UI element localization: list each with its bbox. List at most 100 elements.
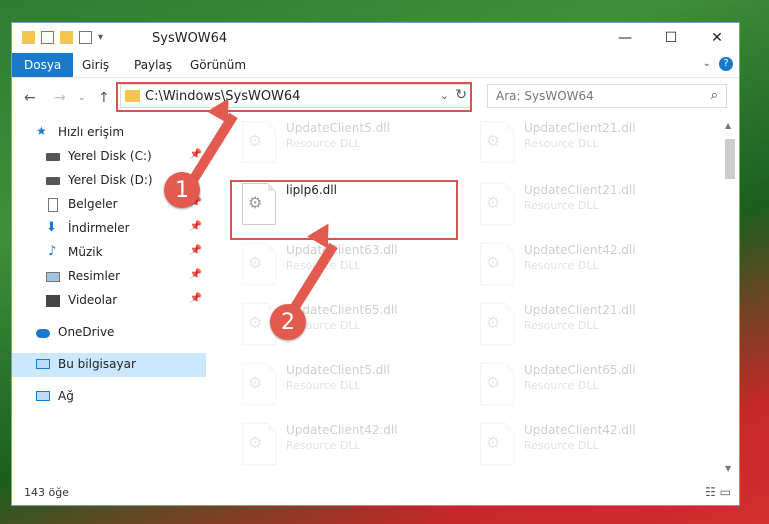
quick-access-toolbar: ▾ bbox=[22, 31, 103, 44]
step-1-badge: 1 bbox=[164, 172, 200, 208]
back-button[interactable]: ← bbox=[24, 90, 36, 106]
view-toggle-icons[interactable]: ☷ ▭ bbox=[705, 485, 731, 499]
sidebar-item-label: Müzik bbox=[68, 245, 103, 259]
gear-icon: ⚙ bbox=[248, 313, 263, 332]
properties-icon[interactable] bbox=[41, 31, 54, 44]
sidebar-item-label: Videolar bbox=[68, 293, 118, 307]
file-item[interactable]: ⚙ UpdateClient42.dll Resource DLL bbox=[474, 239, 704, 295]
ribbon-collapse-icon[interactable]: ⌄ bbox=[703, 58, 711, 69]
forward-button[interactable]: → bbox=[54, 90, 66, 106]
file-name: UpdateClient5.dll bbox=[286, 121, 390, 135]
scroll-up-icon[interactable]: ▲ bbox=[725, 121, 731, 130]
search-icon[interactable]: ⌕ bbox=[711, 88, 718, 103]
sidebar-item-label: OneDrive bbox=[58, 325, 115, 339]
sidebar-item-label: Ağ bbox=[58, 389, 74, 403]
file-item[interactable]: ⚙ UpdateClient42.dll Resource DLL bbox=[236, 419, 466, 475]
gear-icon: ⚙ bbox=[486, 433, 501, 452]
file-item[interactable]: ⚙ UpdateClient63.dll Resource DLL bbox=[236, 239, 466, 295]
gear-icon: ⚙ bbox=[486, 373, 501, 392]
tab-share[interactable]: Paylaş bbox=[134, 53, 172, 77]
file-name: UpdateClient42.dll bbox=[286, 423, 398, 437]
download-icon: ⬇ bbox=[46, 220, 57, 235]
view-menu-icon[interactable] bbox=[79, 31, 92, 44]
new-folder-icon[interactable] bbox=[60, 31, 73, 44]
file-name: UpdateClient65.dll bbox=[524, 363, 636, 377]
file-description: Resource DLL bbox=[524, 137, 599, 150]
file-name: UpdateClient21.dll bbox=[524, 183, 636, 197]
pin-icon[interactable]: 📌 bbox=[190, 245, 202, 256]
sidebar-item-network[interactable]: Ağ bbox=[12, 385, 206, 409]
videos-icon bbox=[46, 295, 60, 307]
sidebar-item-disk-c[interactable]: Yerel Disk (C:) 📌 bbox=[12, 145, 206, 169]
file-item[interactable]: ⚙ UpdateClient65.dll Resource DLL bbox=[474, 359, 704, 415]
file-item[interactable]: ⚙ UpdateClient5.dll Resource DLL bbox=[236, 359, 466, 415]
cloud-icon bbox=[36, 329, 50, 338]
scroll-thumb[interactable] bbox=[725, 139, 735, 179]
recent-locations-icon[interactable]: ⌄ bbox=[78, 93, 86, 103]
step-2-badge: 2 bbox=[270, 304, 306, 340]
help-icon[interactable]: ? bbox=[719, 57, 733, 71]
pictures-icon bbox=[46, 272, 60, 282]
file-item[interactable]: ⚙ UpdateClient21.dll Resource DLL bbox=[474, 179, 704, 235]
sidebar-item-label: Belgeler bbox=[68, 197, 118, 211]
sidebar-item-music[interactable]: ♪ Müzik 📌 bbox=[12, 241, 206, 265]
maximize-button[interactable]: ☐ bbox=[648, 23, 694, 53]
music-icon: ♪ bbox=[48, 244, 57, 259]
address-highlight-box bbox=[116, 82, 472, 112]
computer-icon bbox=[36, 359, 50, 369]
gear-icon: ⚙ bbox=[248, 433, 263, 452]
tab-home[interactable]: Giriş bbox=[82, 53, 109, 77]
search-input[interactable]: Ara: SysWOW64 ⌕ bbox=[487, 84, 727, 108]
scroll-down-icon[interactable]: ▼ bbox=[725, 464, 731, 473]
tab-view[interactable]: Görünüm bbox=[190, 53, 246, 77]
sidebar-item-this-pc[interactable]: Bu bilgisayar bbox=[12, 353, 206, 377]
window-title: SysWOW64 bbox=[152, 31, 228, 46]
ribbon: Dosya Giriş Paylaş Görünüm ⌄ ? bbox=[12, 53, 739, 78]
gear-icon: ⚙ bbox=[486, 131, 501, 150]
pin-icon[interactable]: 📌 bbox=[190, 293, 202, 304]
file-name: UpdateClient42.dll bbox=[524, 423, 636, 437]
file-name: UpdateClient21.dll bbox=[524, 303, 636, 317]
file-description: Resource DLL bbox=[524, 379, 599, 392]
file-description: Resource DLL bbox=[286, 379, 361, 392]
file-description: Resource DLL bbox=[524, 319, 599, 332]
sidebar-item-downloads[interactable]: ⬇ İndirmeler 📌 bbox=[12, 217, 206, 241]
pin-icon[interactable]: 📌 bbox=[190, 269, 202, 280]
close-button[interactable]: ✕ bbox=[694, 23, 740, 53]
tab-file[interactable]: Dosya bbox=[12, 53, 74, 77]
sidebar-item-label: Bu bilgisayar bbox=[58, 357, 136, 371]
vertical-scrollbar[interactable]: ▲ ▼ bbox=[723, 117, 737, 477]
star-icon: ★ bbox=[36, 124, 47, 138]
sidebar-item-quick-access[interactable]: ★ Hızlı erişim bbox=[12, 121, 206, 145]
file-description: Resource DLL bbox=[524, 199, 599, 212]
sidebar-item-videos[interactable]: Videolar 📌 bbox=[12, 289, 206, 313]
file-description: Resource DLL bbox=[524, 439, 599, 452]
sidebar-item-onedrive[interactable]: OneDrive bbox=[12, 321, 206, 345]
drive-icon bbox=[46, 177, 60, 185]
gear-icon: ⚙ bbox=[486, 313, 501, 332]
sidebar-item-label: Hızlı erişim bbox=[58, 125, 125, 139]
document-icon bbox=[48, 198, 58, 212]
file-item[interactable]: ⚙ UpdateClient21.dll Resource DLL bbox=[474, 299, 704, 355]
file-name: UpdateClient42.dll bbox=[524, 243, 636, 257]
file-highlight-box bbox=[230, 180, 458, 240]
sidebar-item-pictures[interactable]: Resimler 📌 bbox=[12, 265, 206, 289]
sidebar-item-label: Yerel Disk (D:) bbox=[68, 173, 153, 187]
search-placeholder: Ara: SysWOW64 bbox=[496, 89, 594, 103]
pin-icon[interactable]: 📌 bbox=[190, 221, 202, 232]
file-item[interactable]: ⚙ UpdateClient5.dll Resource DLL bbox=[236, 117, 466, 173]
file-item[interactable]: ⚙ UpdateClient42.dll Resource DLL bbox=[474, 419, 704, 475]
file-item[interactable]: ⚙ UpdateClient21.dll Resource DLL bbox=[474, 117, 704, 173]
file-description: Resource DLL bbox=[286, 137, 361, 150]
minimize-button[interactable]: — bbox=[602, 23, 648, 53]
file-description: Resource DLL bbox=[286, 439, 361, 452]
up-button[interactable]: ↑ bbox=[98, 90, 110, 106]
title-bar: ▾ SysWOW64 — ☐ ✕ bbox=[12, 23, 739, 53]
folder-icon bbox=[22, 31, 35, 44]
gear-icon: ⚙ bbox=[248, 373, 263, 392]
file-name: UpdateClient63.dll bbox=[286, 243, 398, 257]
customize-toolbar-icon[interactable]: ▾ bbox=[98, 32, 103, 43]
gear-icon: ⚙ bbox=[486, 253, 501, 272]
gear-icon: ⚙ bbox=[486, 193, 501, 212]
network-icon bbox=[36, 391, 50, 401]
